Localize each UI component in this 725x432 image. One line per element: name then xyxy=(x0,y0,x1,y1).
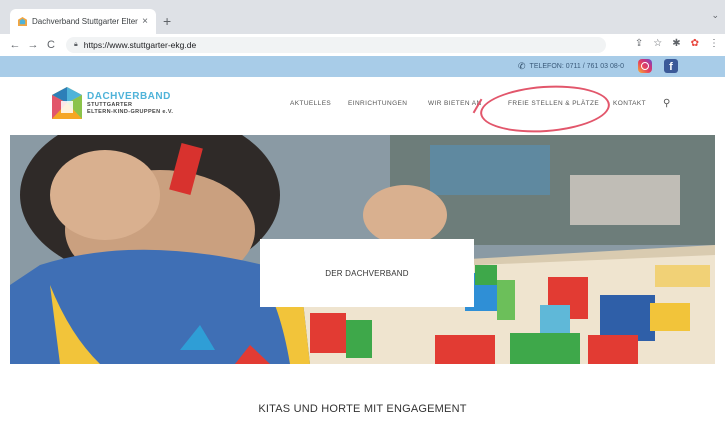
extensions-puzzle-icon[interactable]: ✱ xyxy=(672,38,680,49)
site-favicon-icon xyxy=(18,17,27,26)
phone-contact[interactable]: ✆ TELEFON: 0711 / 761 03 08-0 xyxy=(518,61,624,72)
contact-strip: ✆ TELEFON: 0711 / 761 03 08-0 f xyxy=(0,56,725,77)
share-icon[interactable]: ⇪ xyxy=(635,38,643,49)
nav-item-aktuelles[interactable]: AKTUELLES xyxy=(290,100,331,107)
reload-button[interactable]: C xyxy=(42,39,60,51)
browser-toolbar: ← → C 🔒︎ https://www.stuttgarter-ekg.de … xyxy=(0,34,725,56)
phone-icon: ✆ xyxy=(518,61,526,71)
lock-icon: 🔒︎ xyxy=(74,41,78,48)
site-header: DACHVERBAND STUTTGARTER ELTERN-KIND-GRUP… xyxy=(0,77,725,135)
logo-text[interactable]: DACHVERBAND STUTTGARTER ELTERN-KIND-GRUP… xyxy=(87,91,173,116)
section-heading: KITAS UND HORTE MIT ENGAGEMENT xyxy=(258,403,467,415)
nav-item-einrichtungen[interactable]: EINRICHTUNGEN xyxy=(348,100,407,107)
extension-icon[interactable]: ✿ xyxy=(691,38,699,49)
url-text: https://www.stuttgarter-ekg.de xyxy=(83,40,197,50)
logo-mark-icon[interactable] xyxy=(52,87,82,119)
nav-item-kontakt[interactable]: KONTAKT xyxy=(613,100,646,107)
facebook-icon[interactable]: f xyxy=(664,59,678,73)
logo-line-1: DACHVERBAND xyxy=(87,91,171,102)
tab-close-icon[interactable]: × xyxy=(142,16,148,27)
logo-line-2: STUTTGARTER xyxy=(87,102,133,108)
browser-tab[interactable]: Dachverband Stuttgarter Eltern × xyxy=(10,9,156,34)
forward-button[interactable]: → xyxy=(24,39,42,51)
menu-kebab-icon[interactable]: ⋮ xyxy=(709,38,719,49)
tab-title: Dachverband Stuttgarter Eltern xyxy=(32,17,139,26)
address-bar[interactable]: 🔒︎ https://www.stuttgarter-ekg.de xyxy=(66,37,606,53)
tab-search-icon[interactable]: ⌄ xyxy=(711,10,719,21)
hero-label: DER DACHVERBAND xyxy=(325,268,409,278)
nav-item-wir-bieten-an[interactable]: WIR BIETEN AN xyxy=(428,100,482,107)
nav-item-freie-stellen[interactable]: FREIE STELLEN & PLÄTZE xyxy=(508,100,599,107)
hero-label-box[interactable]: DER DACHVERBAND xyxy=(260,239,474,307)
search-icon[interactable]: ⚲ xyxy=(663,98,671,109)
logo-line-3: ELTERN-KIND-GRUPPEN e.V. xyxy=(87,109,174,115)
hero-banner: DER DACHVERBAND xyxy=(10,135,715,364)
toolbar-actions: ⇪ ☆ ✱ ✿ ⋮ xyxy=(635,38,719,49)
browser-tab-bar: Dachverband Stuttgarter Eltern × + ⌄ xyxy=(0,0,725,34)
back-button[interactable]: ← xyxy=(6,39,24,51)
bookmark-star-icon[interactable]: ☆ xyxy=(653,38,662,49)
instagram-icon[interactable] xyxy=(638,59,652,73)
phone-number: TELEFON: 0711 / 761 03 08-0 xyxy=(529,63,624,70)
new-tab-button[interactable]: + xyxy=(163,13,171,29)
